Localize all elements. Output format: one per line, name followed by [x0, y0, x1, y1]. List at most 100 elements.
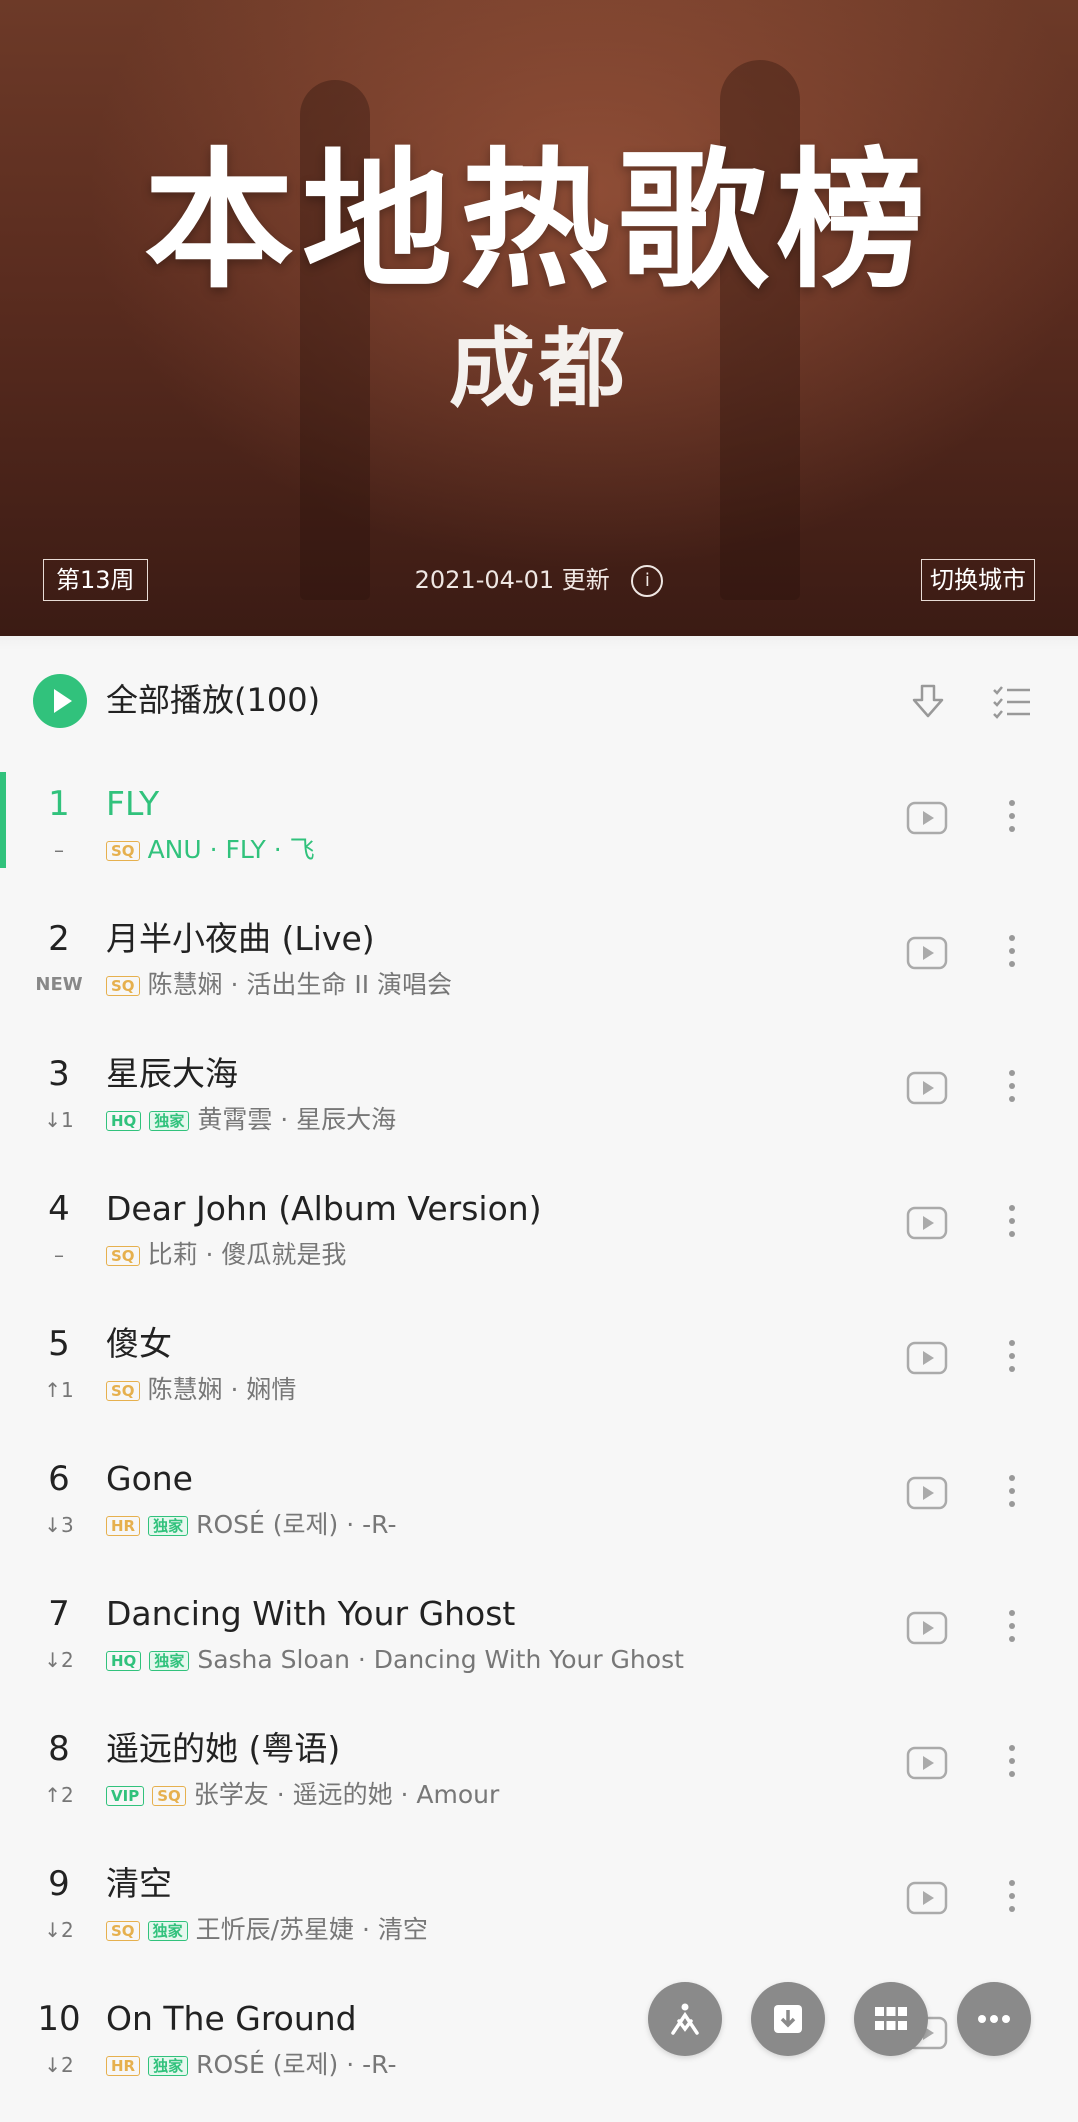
more-icon[interactable]: [957, 1982, 1031, 2056]
quality-badge: SQ: [106, 1246, 140, 1266]
quality-badge: HR: [106, 1516, 141, 1536]
more-options-icon[interactable]: [1000, 1201, 1024, 1245]
song-meta: HQ 独家 黄霄雲 · 星辰大海: [106, 1104, 396, 1136]
song-rank: 5: [48, 1324, 70, 1364]
more-options-icon[interactable]: [1000, 1606, 1024, 1650]
mv-play-icon[interactable]: [906, 1746, 948, 1780]
rank-change: ↓2: [44, 1648, 74, 1672]
song-rank: 1: [48, 784, 70, 824]
song-row[interactable]: 4 – Dear John (Album Version) SQ 比莉 · 傻瓜就是我: [0, 1177, 1078, 1312]
multi-select-icon[interactable]: [990, 680, 1034, 724]
kmusic-icon[interactable]: [648, 1982, 722, 2056]
download-box-icon[interactable]: [751, 1982, 825, 2056]
more-options-icon[interactable]: [1000, 1336, 1024, 1380]
song-row[interactable]: 8 ↑2 遥远的她 (粤语) VIP SQ 张学友 · 遥远的她 · Amour: [0, 1717, 1078, 1852]
song-list: 1 – FLY SQ ANU · FLY · 飞 2 NEW 月半小夜曲 (Live) SQ 陈慧…: [0, 772, 1078, 2122]
song-rank: 2: [48, 919, 70, 959]
song-row[interactable]: 3 ↓1 星辰大海 HQ 独家 黄霄雲 · 星辰大海: [0, 1042, 1078, 1177]
artist-album: 陈慧娴 · 活出生命 II 演唱会: [147, 970, 453, 999]
rank-change: ↓2: [44, 1918, 74, 1942]
song-title[interactable]: On The Ground: [106, 1997, 357, 2041]
song-meta: HR 独家 ROSÉ (로제) · -R-: [106, 1509, 397, 1541]
song-title[interactable]: Dear John (Album Version): [106, 1187, 542, 1231]
rank-change: ↓3: [44, 1513, 74, 1537]
quality-badge: 独家: [148, 1516, 189, 1536]
artist-album: Sasha Sloan · Dancing With Your Ghost: [197, 1645, 684, 1674]
play-circle-icon[interactable]: [33, 674, 87, 728]
song-meta: SQ 陈慧娴 · 娴情: [106, 1374, 296, 1406]
rank-change: –: [54, 838, 64, 862]
more-options-icon[interactable]: [1000, 931, 1024, 975]
song-row[interactable]: 5 ↑1 傻女 SQ 陈慧娴 · 娴情: [0, 1312, 1078, 1447]
song-rank: 3: [48, 1054, 70, 1094]
song-title[interactable]: 月半小夜曲 (Live): [106, 917, 375, 961]
mv-play-icon[interactable]: [906, 1071, 948, 1105]
song-row[interactable]: 7 ↓2 Dancing With Your Ghost HQ 独家 Sasha Sloa…: [0, 1582, 1078, 1717]
more-options-icon[interactable]: [1000, 1741, 1024, 1785]
song-title[interactable]: 傻女: [106, 1322, 172, 1366]
quality-badge: HQ: [106, 1111, 142, 1131]
artist-album: ANU · FLY · 飞: [147, 835, 315, 864]
artist-album: 黄霄雲 · 星辰大海: [197, 1105, 397, 1134]
rank-change: NEW: [35, 974, 83, 995]
grid-icon[interactable]: [854, 1982, 928, 2056]
rank-change: ↑2: [44, 1783, 74, 1807]
chart-header-banner: 本地热歌榜 成都 第13周 2021-04-01 更新 i 切换城市: [0, 0, 1078, 636]
mv-play-icon[interactable]: [906, 1611, 948, 1645]
more-options-icon[interactable]: [1000, 1471, 1024, 1515]
song-title[interactable]: FLY: [106, 782, 159, 826]
quality-badge: SQ: [106, 1921, 140, 1941]
quality-badge: SQ: [152, 1786, 186, 1806]
song-row[interactable]: 2 NEW 月半小夜曲 (Live) SQ 陈慧娴 · 活出生命 II 演唱会: [0, 907, 1078, 1042]
quality-badge: SQ: [106, 976, 140, 996]
rank-change: ↓1: [44, 1108, 74, 1132]
rank-change: –: [54, 1243, 64, 1267]
quality-badge: 独家: [147, 1921, 188, 1941]
song-rank: 7: [48, 1594, 70, 1634]
artist-album: 陈慧娴 · 娴情: [147, 1375, 297, 1404]
song-title[interactable]: 星辰大海: [106, 1052, 238, 1096]
song-meta: SQ 陈慧娴 · 活出生命 II 演唱会: [106, 969, 452, 1001]
song-meta: SQ 比莉 · 傻瓜就是我: [106, 1239, 346, 1271]
download-icon[interactable]: [906, 680, 950, 724]
song-rank: 8: [48, 1729, 70, 1769]
artist-album: ROSÉ (로제) · -R-: [196, 2050, 397, 2079]
artist-album: 张学友 · 遥远的她 · Amour: [193, 1780, 500, 1809]
mv-play-icon[interactable]: [906, 1476, 948, 1510]
artist-album: ROSÉ (로제) · -R-: [196, 1510, 397, 1539]
song-meta: VIP SQ 张学友 · 遥远的她 · Amour: [106, 1779, 499, 1811]
rank-change: ↓2: [44, 2053, 74, 2077]
mv-play-icon[interactable]: [906, 1341, 948, 1375]
switch-city-button[interactable]: 切换城市: [921, 559, 1035, 601]
more-options-icon[interactable]: [1000, 1876, 1024, 1920]
song-meta: HR 独家 ROSÉ (로제) · -R-: [106, 2049, 397, 2081]
more-options-icon[interactable]: [1000, 796, 1024, 840]
quality-badge: SQ: [106, 1381, 140, 1401]
quality-badge: VIP: [106, 1786, 145, 1806]
song-meta: HQ 独家 Sasha Sloan · Dancing With Your Ghos…: [106, 1644, 684, 1676]
song-meta: SQ ANU · FLY · 飞: [106, 834, 315, 866]
song-meta: SQ 独家 王忻辰/苏星婕 · 清空: [106, 1914, 428, 1946]
song-rank: 4: [48, 1189, 70, 1229]
song-title[interactable]: Gone: [106, 1457, 193, 1501]
mv-play-icon[interactable]: [906, 936, 948, 970]
song-row[interactable]: 9 ↓2 清空 SQ 独家 王忻辰/苏星婕 · 清空: [0, 1852, 1078, 1987]
quality-badge: HR: [106, 2056, 141, 2076]
mv-play-icon[interactable]: [906, 1881, 948, 1915]
mv-play-icon[interactable]: [906, 1206, 948, 1240]
more-options-icon[interactable]: [1000, 1066, 1024, 1110]
mv-play-icon[interactable]: [906, 801, 948, 835]
info-icon[interactable]: i: [631, 565, 664, 597]
song-row[interactable]: 6 ↓3 Gone HR 独家 ROSÉ (로제) · -R-: [0, 1447, 1078, 1582]
quality-badge: HQ: [106, 1651, 142, 1671]
song-rank: 6: [48, 1459, 70, 1499]
update-date: 2021-04-01 更新: [414, 566, 610, 594]
song-rank: 9: [48, 1864, 70, 1904]
quality-badge: 独家: [149, 1111, 190, 1131]
quality-badge: 独家: [148, 2056, 189, 2076]
song-title[interactable]: 遥远的她 (粤语): [106, 1727, 340, 1771]
song-title[interactable]: 清空: [106, 1862, 172, 1906]
song-title[interactable]: Dancing With Your Ghost: [106, 1592, 515, 1636]
play-all-label[interactable]: 全部播放(100): [106, 680, 320, 720]
song-row[interactable]: 1 – FLY SQ ANU · FLY · 飞: [0, 772, 1078, 907]
